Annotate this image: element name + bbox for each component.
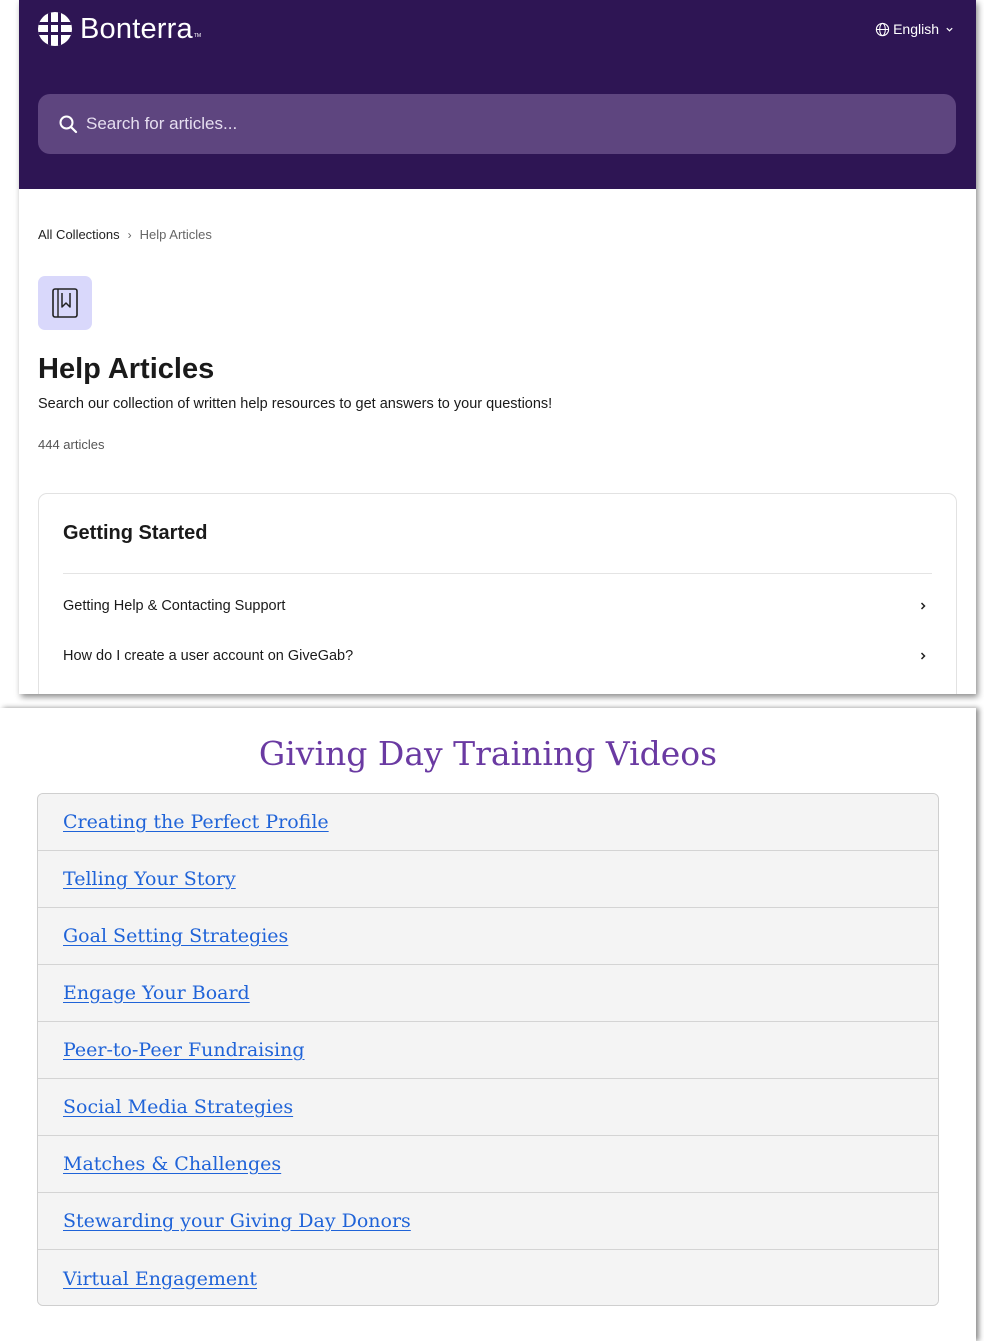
list-item: Engage Your Board — [38, 965, 938, 1022]
list-item: Stewarding your Giving Day Donors — [38, 1193, 938, 1250]
article-title: How do I create a user account on GiveGa… — [63, 648, 354, 664]
list-item: Creating the Perfect Profile — [38, 794, 938, 851]
search-icon — [59, 115, 78, 134]
list-item: Social Media Strategies — [38, 1079, 938, 1136]
chevron-down-icon — [946, 27, 953, 32]
video-link-perfect-profile[interactable]: Creating the Perfect Profile — [63, 811, 329, 833]
search-bar[interactable] — [38, 94, 956, 154]
section-divider — [63, 573, 932, 574]
article-link-create-account[interactable]: How do I create a user account on GiveGa… — [63, 638, 932, 674]
list-item: Goal Setting Strategies — [38, 908, 938, 965]
list-item: Matches & Challenges — [38, 1136, 938, 1193]
chevron-right-icon — [920, 652, 926, 660]
chevron-right-icon — [920, 602, 926, 610]
video-link-stewarding-donors[interactable]: Stewarding your Giving Day Donors — [63, 1210, 411, 1232]
page-description: Search our collection of written help re… — [38, 396, 553, 412]
bookmark-book-icon — [52, 288, 78, 318]
breadcrumb-current: Help Articles — [139, 227, 212, 242]
language-label: English — [893, 21, 939, 37]
hero-header: Bonterra TM English — [19, 0, 976, 189]
video-link-social-media[interactable]: Social Media Strategies — [63, 1096, 293, 1118]
globe-icon — [875, 22, 890, 36]
video-link-engage-board[interactable]: Engage Your Board — [63, 982, 250, 1004]
brand-name: Bonterra — [80, 12, 193, 45]
breadcrumb-separator: › — [127, 227, 132, 242]
video-link-list: Creating the Perfect Profile Telling You… — [37, 793, 939, 1306]
video-link-virtual-engagement[interactable]: Virtual Engagement — [63, 1268, 257, 1290]
brand-logo[interactable]: Bonterra TM — [38, 12, 201, 46]
language-selector[interactable]: English — [875, 21, 954, 37]
collection-icon-tile — [38, 276, 92, 330]
video-link-telling-story[interactable]: Telling Your Story — [63, 868, 236, 890]
training-videos-panel: Giving Day Training Videos Creating the … — [0, 708, 976, 1341]
bonterra-logo-icon — [38, 12, 72, 46]
list-item: Telling Your Story — [38, 851, 938, 908]
section-card-getting-started: Getting Started Getting Help & Contactin… — [38, 493, 957, 694]
video-link-matches-challenges[interactable]: Matches & Challenges — [63, 1153, 281, 1175]
help-center-panel: Bonterra TM English All Collections › H — [19, 0, 976, 694]
article-count: 444 articles — [38, 437, 105, 452]
section-title: Getting Started — [63, 522, 208, 544]
video-link-goal-setting[interactable]: Goal Setting Strategies — [63, 925, 288, 947]
videos-title: Giving Day Training Videos — [258, 734, 718, 773]
breadcrumb: All Collections › Help Articles — [38, 227, 212, 242]
list-item: Peer-to-Peer Fundraising — [38, 1022, 938, 1079]
article-link-getting-help[interactable]: Getting Help & Contacting Support — [63, 588, 932, 624]
video-link-peer-to-peer[interactable]: Peer-to-Peer Fundraising — [63, 1039, 305, 1061]
search-input[interactable] — [86, 114, 926, 134]
breadcrumb-all-collections[interactable]: All Collections — [38, 227, 120, 242]
page-title: Help Articles — [38, 353, 215, 385]
brand-trademark: TM — [193, 33, 202, 39]
article-title: Getting Help & Contacting Support — [63, 598, 286, 614]
list-item: Virtual Engagement — [38, 1250, 938, 1305]
